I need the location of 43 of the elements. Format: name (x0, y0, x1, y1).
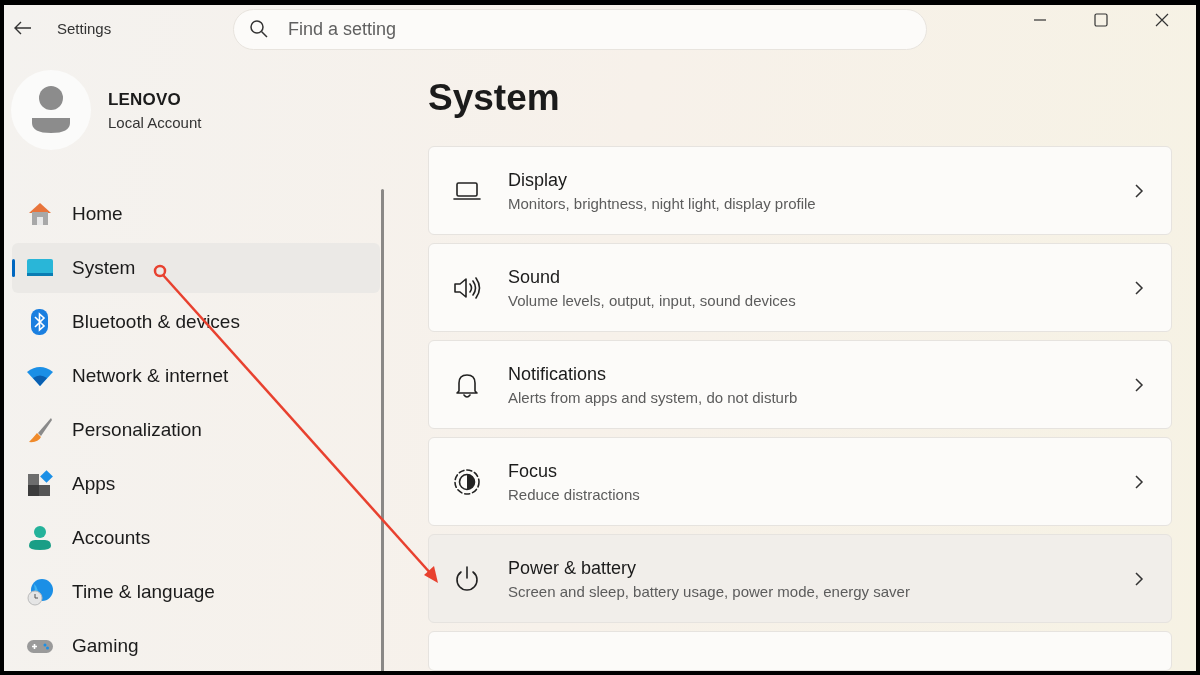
card-title: Display (508, 169, 569, 191)
settings-card[interactable]: Display Monitors, brightness, night light, display profile (428, 146, 1172, 235)
settings-card[interactable]: Focus Reduce distractions (428, 437, 1172, 526)
card-title: Power & battery (508, 557, 638, 579)
chevron-icon (1133, 376, 1145, 393)
card-description: Screen and sleep, battery usage, power mode, energy saver (508, 582, 911, 600)
card-description: Reduce distractions (508, 485, 641, 503)
sidebar-item[interactable]: Network & internet (12, 351, 380, 401)
search-icon (249, 18, 269, 39)
focus-icon (452, 466, 482, 497)
card-description: Volume levels, output, input, sound devices (508, 291, 797, 309)
sidebar-item[interactable]: Time & language (12, 567, 380, 617)
settings-card[interactable]: Power & battery Screen and sleep, battery usage, power mode, energy saver (428, 534, 1172, 623)
card-description: Monitors, brightness, night light, display profile (508, 194, 817, 212)
card-description: Alerts from apps and system, do not disturb (508, 388, 799, 406)
person-icon (26, 524, 54, 552)
paintbrush-icon (26, 416, 54, 444)
chevron-icon (1133, 182, 1145, 199)
globe-clock-icon (26, 578, 54, 606)
settings-card[interactable]: Notifications Alerts from apps and system, do not disturb (428, 340, 1172, 429)
sidebar-item[interactable]: Accounts (12, 513, 380, 563)
sidebar-item[interactable]: Personalization (12, 405, 380, 455)
sidebar-item[interactable]: Home (12, 189, 380, 239)
card-title: Focus (508, 460, 559, 482)
back-arrow-icon (14, 21, 32, 35)
card-title: Sound (508, 266, 562, 288)
sidebar-item[interactable]: Apps (12, 459, 380, 509)
chevron-icon (1133, 473, 1145, 490)
maximize-icon (1092, 12, 1109, 28)
settings-card[interactable]: Sound Volume levels, output, input, sound devices (428, 243, 1172, 332)
sidebar-item[interactable]: Gaming (12, 621, 380, 671)
sidebar-item[interactable]: System (12, 243, 380, 293)
card-title: Notifications (508, 363, 608, 385)
apps-icon (26, 470, 54, 498)
chevron-icon (1133, 279, 1145, 296)
close-icon (1153, 12, 1170, 28)
search-field[interactable]: Find a setting (233, 8, 927, 50)
minimize-icon (1033, 19, 1046, 21)
account-type: Local Account (108, 113, 202, 131)
chevron-icon (1133, 570, 1145, 587)
page-title: System (428, 77, 561, 120)
window-title: Settings (57, 19, 113, 37)
user-name: LENOVO (108, 89, 182, 110)
